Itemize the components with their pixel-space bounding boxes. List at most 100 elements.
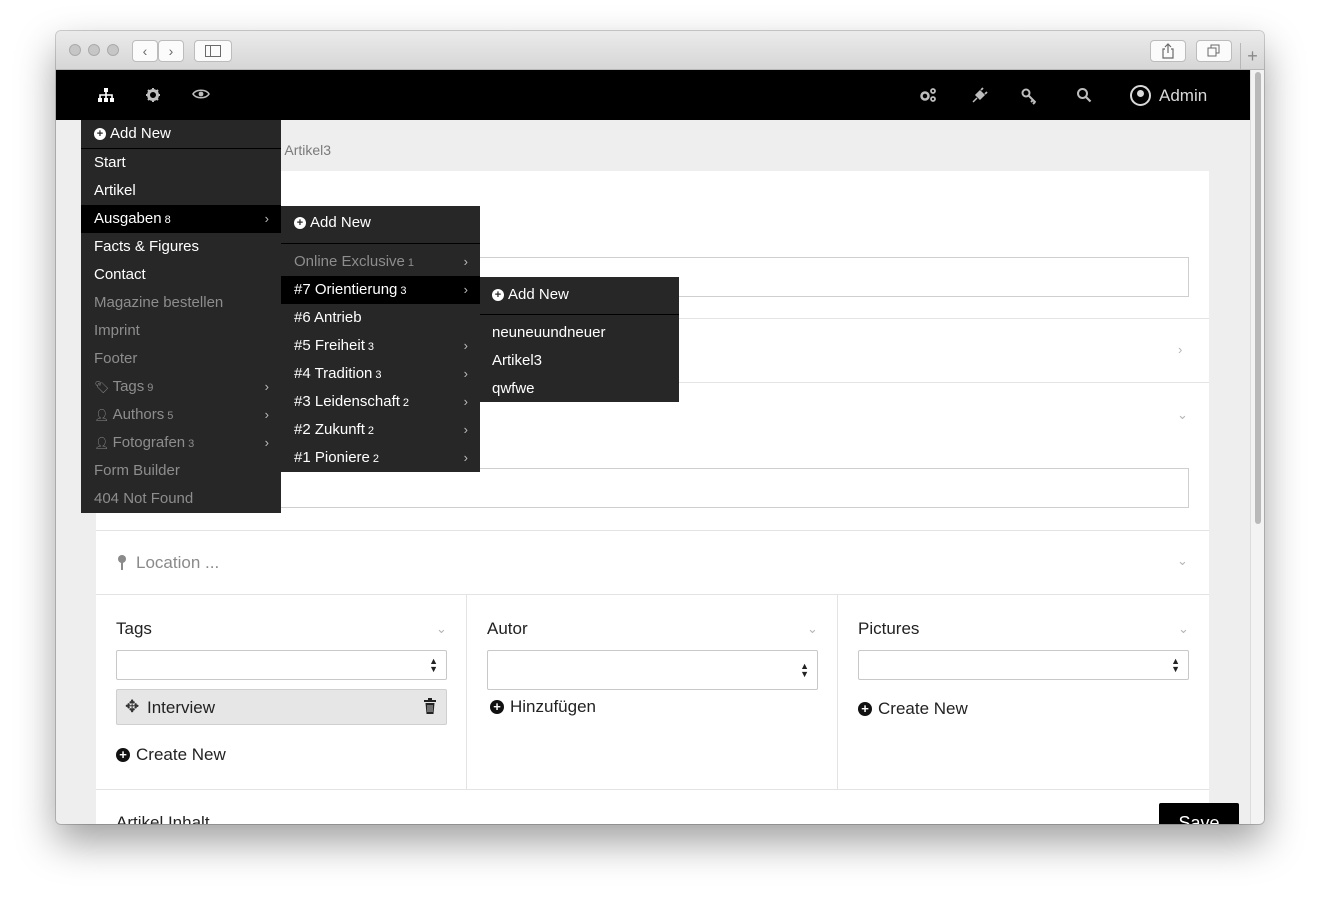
pictures-column: Pictures ⌄ ▲ ▼ + Create New (838, 595, 1209, 789)
menu-item-count: 8 (164, 214, 171, 226)
pictures-create-new-label: Create New (878, 699, 968, 718)
menu1-item[interactable]: Ausgaben 8 › (81, 205, 281, 233)
menu1-item[interactable]: Magazine bestellen (81, 289, 281, 317)
pictures-title: Pictures (858, 619, 920, 638)
trash-icon[interactable] (423, 697, 437, 715)
menu-item-label: qwfwe (492, 380, 535, 397)
menu-item-label: Magazine bestellen (94, 294, 224, 311)
zoom-window-button[interactable] (107, 44, 119, 56)
orientierung-submenu: + Add New neuneuundneuer Artikel3 qwfwe (480, 277, 679, 402)
pictures-create-new-button[interactable]: + Create New (858, 699, 968, 719)
menu-item-label: neuneuundneuer (492, 324, 606, 341)
scrollbar-thumb[interactable] (1255, 72, 1261, 524)
menu2-item[interactable]: #4 Tradition 3 › (281, 360, 480, 388)
menu3-item[interactable]: neuneuundneuer (480, 319, 679, 347)
menu-divider (480, 314, 679, 315)
menu2-item[interactable]: Online Exclusive 1 › (281, 248, 480, 276)
user-name: Admin (1159, 85, 1208, 105)
menu-item-label: Tags (112, 378, 145, 395)
menu1-item[interactable]: 👤︎ Authors 5 › (81, 401, 281, 429)
gear-icon[interactable] (143, 87, 163, 105)
chevron-down-icon[interactable]: ⌄ (807, 621, 818, 637)
tags-create-new-label: Create New (136, 745, 226, 764)
menu2-item[interactable]: #7 Orientierung 3 › (281, 276, 480, 304)
minimize-window-button[interactable] (88, 44, 100, 56)
sitemap-icon[interactable] (96, 87, 116, 105)
chevron-down-icon[interactable]: ⌄ (1177, 407, 1188, 423)
menu2-add-new[interactable]: + Add New (294, 209, 371, 237)
autor-add-label: Hinzufügen (510, 697, 597, 716)
menu-divider (281, 243, 480, 244)
autor-add-button[interactable]: + Hinzufügen (490, 697, 596, 717)
move-icon[interactable]: ✥ (125, 697, 139, 717)
menu-item-label: Artikel3 (492, 352, 543, 369)
autor-column: Autor ⌄ ▲ ▼ + Hinzufügen (467, 595, 838, 789)
menu-item-label: #2 Zukunft (294, 421, 365, 438)
menu2-item[interactable]: #3 Leidenschaft 2 › (281, 388, 480, 416)
menu3-add-new[interactable]: + Add New (492, 281, 569, 309)
plug-icon[interactable] (969, 87, 989, 105)
menu-item-label: 404 Not Found (94, 490, 194, 507)
new-tab-button[interactable]: + (1240, 43, 1264, 70)
search-icon[interactable] (1074, 87, 1094, 105)
menu1-item[interactable]: Contact (81, 261, 281, 289)
share-icon (1162, 43, 1174, 59)
cogs-icon[interactable] (918, 87, 938, 105)
sidebar-toggle-button[interactable] (194, 40, 232, 62)
menu1-item[interactable]: Facts & Figures (81, 233, 281, 261)
chevron-right-icon: › (463, 282, 468, 297)
menu1-item[interactable]: 404 Not Found (81, 485, 281, 513)
menu-item-label: #5 Freiheit (294, 337, 365, 354)
location-label: Location ... (136, 553, 220, 572)
menu1-item[interactable]: 🏷︎ Tags 9 › (81, 373, 281, 401)
menu1-item[interactable]: Footer (81, 345, 281, 373)
menu1-item[interactable]: Start (81, 149, 281, 177)
plus-circle-icon: + (116, 748, 130, 762)
tabs-icon (1207, 44, 1220, 57)
menu1-item[interactable]: 👤︎ Fotografen 3 › (81, 429, 281, 457)
page-scrollbar[interactable] (1250, 70, 1264, 824)
tags-select[interactable]: ▲ ▼ (116, 650, 447, 680)
menu2-item[interactable]: #6 Antrieb (281, 304, 480, 332)
menu2-item[interactable]: #2 Zukunft 2 › (281, 416, 480, 444)
sitemap-menu: + Add New Start Artikel Ausgaben 8 › Facts & Fi… (81, 120, 281, 513)
chevron-right-icon: › (463, 366, 468, 381)
menu-item-label: #3 Leidenschaft (294, 393, 400, 410)
menu2-item[interactable]: #5 Freiheit 3 › (281, 332, 480, 360)
chevron-right-icon: › (463, 338, 468, 353)
key-icon[interactable] (1019, 87, 1039, 105)
pictures-select[interactable]: ▲ ▼ (858, 650, 1189, 680)
menu3-item[interactable]: Artikel3 (480, 347, 679, 375)
menu1-item[interactable]: Artikel (81, 177, 281, 205)
chevron-down-icon[interactable]: ⌄ (1177, 553, 1188, 569)
menu-item-label: Facts & Figures (94, 238, 200, 255)
tag-item[interactable]: ✥ Interview (116, 689, 447, 725)
forward-button[interactable]: › (158, 40, 184, 62)
back-button[interactable]: ‹ (132, 40, 158, 62)
menu1-add-new[interactable]: + Add New (94, 120, 171, 148)
chevron-down-icon[interactable]: ⌄ (436, 621, 447, 637)
autor-select[interactable]: ▲ ▼ (487, 650, 818, 690)
chevron-right-icon: › (264, 407, 269, 422)
tabs-overview-button[interactable] (1196, 40, 1232, 62)
menu2-item[interactable]: #1 Pioniere 2 › (281, 444, 480, 472)
chevron-right-icon[interactable]: › (1178, 342, 1182, 357)
close-window-button[interactable] (69, 44, 81, 56)
menu-item-count: 3 (367, 341, 374, 353)
select-arrows-icon: ▲ ▼ (1171, 656, 1180, 674)
tags-create-new-button[interactable]: + Create New (116, 745, 226, 765)
menu3-item[interactable]: qwfwe (480, 375, 679, 403)
chevron-right-icon: › (264, 211, 269, 226)
menu-item-count: 3 (188, 438, 195, 450)
eye-icon[interactable] (191, 87, 211, 105)
menu-item-count: 5 (167, 410, 174, 422)
menu1-item[interactable]: Imprint (81, 317, 281, 345)
user-menu[interactable]: Admin (1130, 85, 1207, 106)
menu-item-label: #7 Orientierung (294, 281, 398, 298)
select-arrows-icon: ▲ ▼ (800, 661, 809, 679)
save-button[interactable]: Save (1159, 803, 1239, 824)
location-section-toggle[interactable]: Location ... (118, 553, 219, 573)
chevron-down-icon[interactable]: ⌄ (1178, 621, 1189, 637)
share-button[interactable] (1150, 40, 1186, 62)
menu1-item[interactable]: Form Builder (81, 457, 281, 485)
